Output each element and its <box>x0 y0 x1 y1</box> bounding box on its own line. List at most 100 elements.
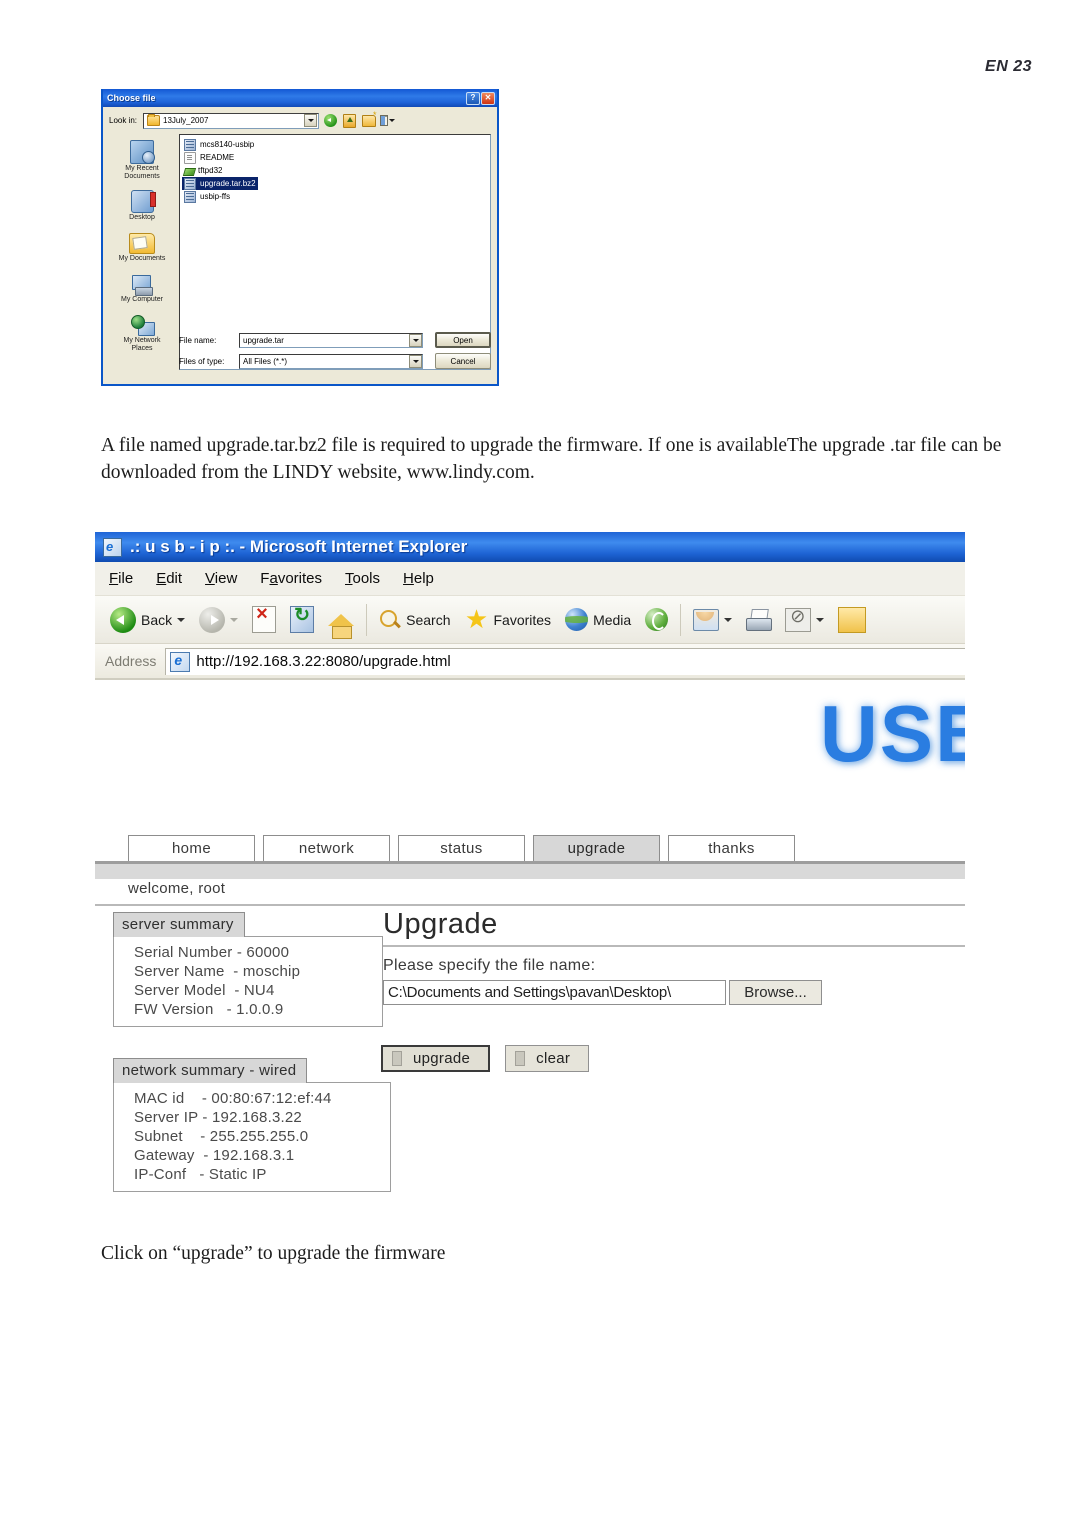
server-summary-row: FW Version - 1.0.0.9 <box>134 1001 284 1018</box>
file-name: README <box>200 153 235 162</box>
file-name-input[interactable]: upgrade.tar <box>239 332 423 348</box>
paragraph-click-upgrade: Click on “upgrade” to upgrade the firmwa… <box>101 1243 446 1264</box>
list-item[interactable]: README <box>182 151 236 164</box>
chevron-down-icon[interactable] <box>409 333 422 347</box>
server-summary-row: Server Model - NU4 <box>134 982 275 999</box>
application-icon <box>184 166 194 176</box>
back-icon <box>110 606 136 633</box>
search-label: Search <box>406 611 451 628</box>
internet-explorer-window: .: u s b - i p :. - Microsoft Internet E… <box>95 532 965 1212</box>
network-summary-row: MAC id - 00:80:67:12:ef:44 <box>134 1090 332 1107</box>
chevron-down-icon[interactable] <box>230 617 239 622</box>
blocked-button[interactable] <box>831 600 873 640</box>
browse-button[interactable]: Browse... <box>729 980 822 1005</box>
archive-file-icon <box>184 177 196 190</box>
forward-button[interactable] <box>192 600 245 640</box>
file-name: upgrade.tar.bz2 <box>200 179 256 188</box>
tab-status[interactable]: status <box>398 835 525 861</box>
media-icon <box>565 608 589 631</box>
look-in-value: 13July_2007 <box>163 116 209 125</box>
place-desktop[interactable]: Desktop <box>110 187 174 222</box>
history-button[interactable] <box>638 600 675 640</box>
favorites-button[interactable]: ★ Favorites <box>457 600 558 640</box>
print-icon <box>746 609 773 631</box>
media-button[interactable]: Media <box>558 600 638 640</box>
chevron-down-icon[interactable] <box>724 617 733 622</box>
dialog-footer: File name: upgrade.tar Open Files of typ… <box>179 332 491 374</box>
history-icon <box>645 608 669 631</box>
mail-icon <box>693 608 720 631</box>
tab-home[interactable]: home <box>128 835 255 861</box>
place-my-computer[interactable]: My Computer <box>110 269 174 304</box>
favorites-label: Favorites <box>493 611 552 628</box>
file-name: usbip-ffs <box>200 192 231 201</box>
up-one-level-icon[interactable] <box>342 113 357 128</box>
place-my-recent-documents[interactable]: My Recent Documents <box>110 138 174 181</box>
my-recent-documents-icon <box>110 138 174 164</box>
list-item[interactable]: tftpd32 <box>182 164 224 177</box>
network-summary-row: Gateway - 192.168.3.1 <box>134 1147 295 1164</box>
edit-button[interactable] <box>778 600 831 640</box>
back-icon[interactable] <box>323 113 338 128</box>
file-prompt-label: Please specify the file name: <box>383 957 596 974</box>
page-title: Upgrade <box>383 908 498 940</box>
chevron-down-icon[interactable] <box>304 114 318 127</box>
chevron-down-icon[interactable] <box>409 354 422 368</box>
search-button[interactable]: Search <box>372 600 457 640</box>
tab-thanks[interactable]: thanks <box>668 835 795 861</box>
help-icon[interactable]: ? <box>466 91 480 105</box>
internet-explorer-icon <box>103 537 122 557</box>
nav-tabs: home network status upgrade thanks <box>95 833 965 861</box>
list-item-selected[interactable]: upgrade.tar.bz2 <box>182 177 258 190</box>
menu-favorites[interactable]: Favorites <box>260 570 322 587</box>
stop-button[interactable] <box>245 600 283 640</box>
menu-edit[interactable]: Edit <box>156 570 182 587</box>
menu-help[interactable]: Help <box>403 570 434 587</box>
search-icon <box>379 609 401 631</box>
print-button[interactable] <box>739 600 778 640</box>
upgrade-button[interactable]: upgrade <box>381 1045 491 1072</box>
network-summary-tab-label: network summary - wired <box>113 1058 308 1083</box>
look-in-row: Look in: 13July_2007 <box>109 111 491 129</box>
server-summary-panel: server summary Serial Number - 60000 Ser… <box>113 912 383 1027</box>
chevron-down-icon[interactable] <box>177 617 186 622</box>
look-in-combo[interactable]: 13July_2007 <box>143 112 320 129</box>
look-in-label: Look in: <box>109 116 138 125</box>
back-button[interactable]: Back <box>103 600 192 640</box>
menu-view[interactable]: View <box>205 570 237 587</box>
toolbar-divider <box>680 603 682 636</box>
cancel-button[interactable]: Cancel <box>435 353 491 369</box>
menu-file[interactable]: File <box>109 570 133 587</box>
back-label: Back <box>141 611 173 628</box>
place-my-network-places[interactable]: My Network Places <box>110 310 174 353</box>
file-name-label: File name: <box>179 335 217 345</box>
home-button[interactable] <box>321 600 361 640</box>
chevron-down-icon[interactable] <box>816 617 825 622</box>
file-name: tftpd32 <box>198 166 223 175</box>
refresh-icon <box>290 604 315 633</box>
tab-network[interactable]: network <box>263 835 390 861</box>
page-number-header: EN 23 <box>985 58 1032 75</box>
media-label: Media <box>593 611 632 628</box>
place-my-documents[interactable]: My Documents <box>110 228 174 263</box>
refresh-button[interactable] <box>283 600 321 640</box>
new-folder-icon[interactable] <box>361 111 377 128</box>
heading-divider <box>383 945 965 947</box>
file-name-row: File name: upgrade.tar Open <box>179 332 491 348</box>
list-item[interactable]: usbip-ffs <box>182 190 232 203</box>
list-item[interactable]: mcs8140-usbip <box>182 138 256 151</box>
place-label-desktop: Desktop <box>129 214 155 221</box>
address-input[interactable]: http://192.168.3.22:8080/upgrade.html <box>165 647 965 675</box>
mail-button[interactable] <box>686 600 739 640</box>
clear-button[interactable]: clear <box>505 1045 590 1072</box>
file-path-input[interactable]: C:\Documents and Settings\pavan\Desktop\ <box>383 980 726 1005</box>
network-summary-panel: network summary - wired MAC id - 00:80:6… <box>113 1058 391 1192</box>
edit-icon <box>785 606 812 632</box>
open-button[interactable]: Open <box>435 332 491 348</box>
tab-upgrade[interactable]: upgrade <box>533 835 660 861</box>
files-of-type-select[interactable]: All Files (*.*) <box>239 353 423 369</box>
close-icon[interactable]: ✕ <box>481 91 495 105</box>
views-icon[interactable] <box>380 113 396 128</box>
menu-tools[interactable]: Tools <box>345 570 380 587</box>
network-summary-row: Server IP - 192.168.3.22 <box>134 1109 302 1126</box>
